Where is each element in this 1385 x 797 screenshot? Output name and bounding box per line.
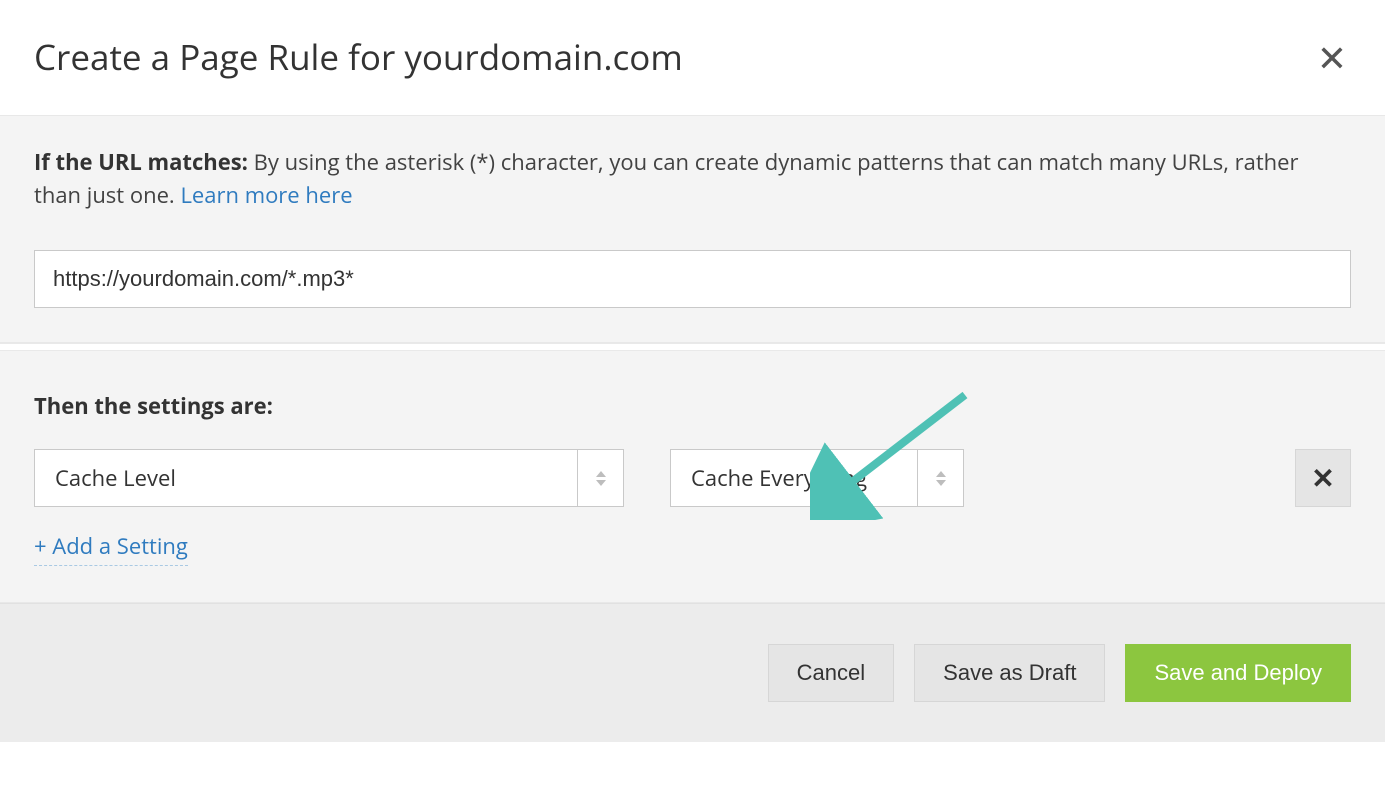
close-icon[interactable]: ✕: [1313, 40, 1351, 76]
stepper-icon: [917, 450, 963, 506]
setting-value-text: Cache Everything: [671, 463, 917, 493]
close-icon: ✕: [1311, 464, 1334, 492]
save-deploy-button[interactable]: Save and Deploy: [1125, 644, 1351, 702]
setting-row: Cache Level Cache Everything ✕: [34, 449, 1351, 507]
save-draft-button[interactable]: Save as Draft: [914, 644, 1105, 702]
modal-title: Create a Page Rule for yourdomain.com: [34, 34, 683, 81]
modal-footer: Cancel Save as Draft Save and Deploy: [0, 603, 1385, 742]
remove-setting-button[interactable]: ✕: [1295, 449, 1351, 507]
setting-value-select[interactable]: Cache Everything: [670, 449, 964, 507]
section-divider: [0, 343, 1385, 351]
stepper-icon: [577, 450, 623, 506]
url-pattern-input[interactable]: [34, 250, 1351, 308]
cancel-button[interactable]: Cancel: [768, 644, 894, 702]
setting-type-value: Cache Level: [35, 463, 577, 493]
settings-label: Then the settings are:: [34, 391, 1351, 421]
learn-more-link[interactable]: Learn more here: [180, 180, 352, 210]
url-match-description: If the URL matches: By using the asteris…: [34, 146, 1351, 212]
url-match-section: If the URL matches: By using the asteris…: [0, 115, 1385, 343]
setting-type-select[interactable]: Cache Level: [34, 449, 624, 507]
url-match-label: If the URL matches:: [34, 147, 248, 177]
add-setting-link[interactable]: + Add a Setting: [34, 531, 188, 566]
settings-section: Then the settings are: Cache Level Cache…: [0, 351, 1385, 603]
